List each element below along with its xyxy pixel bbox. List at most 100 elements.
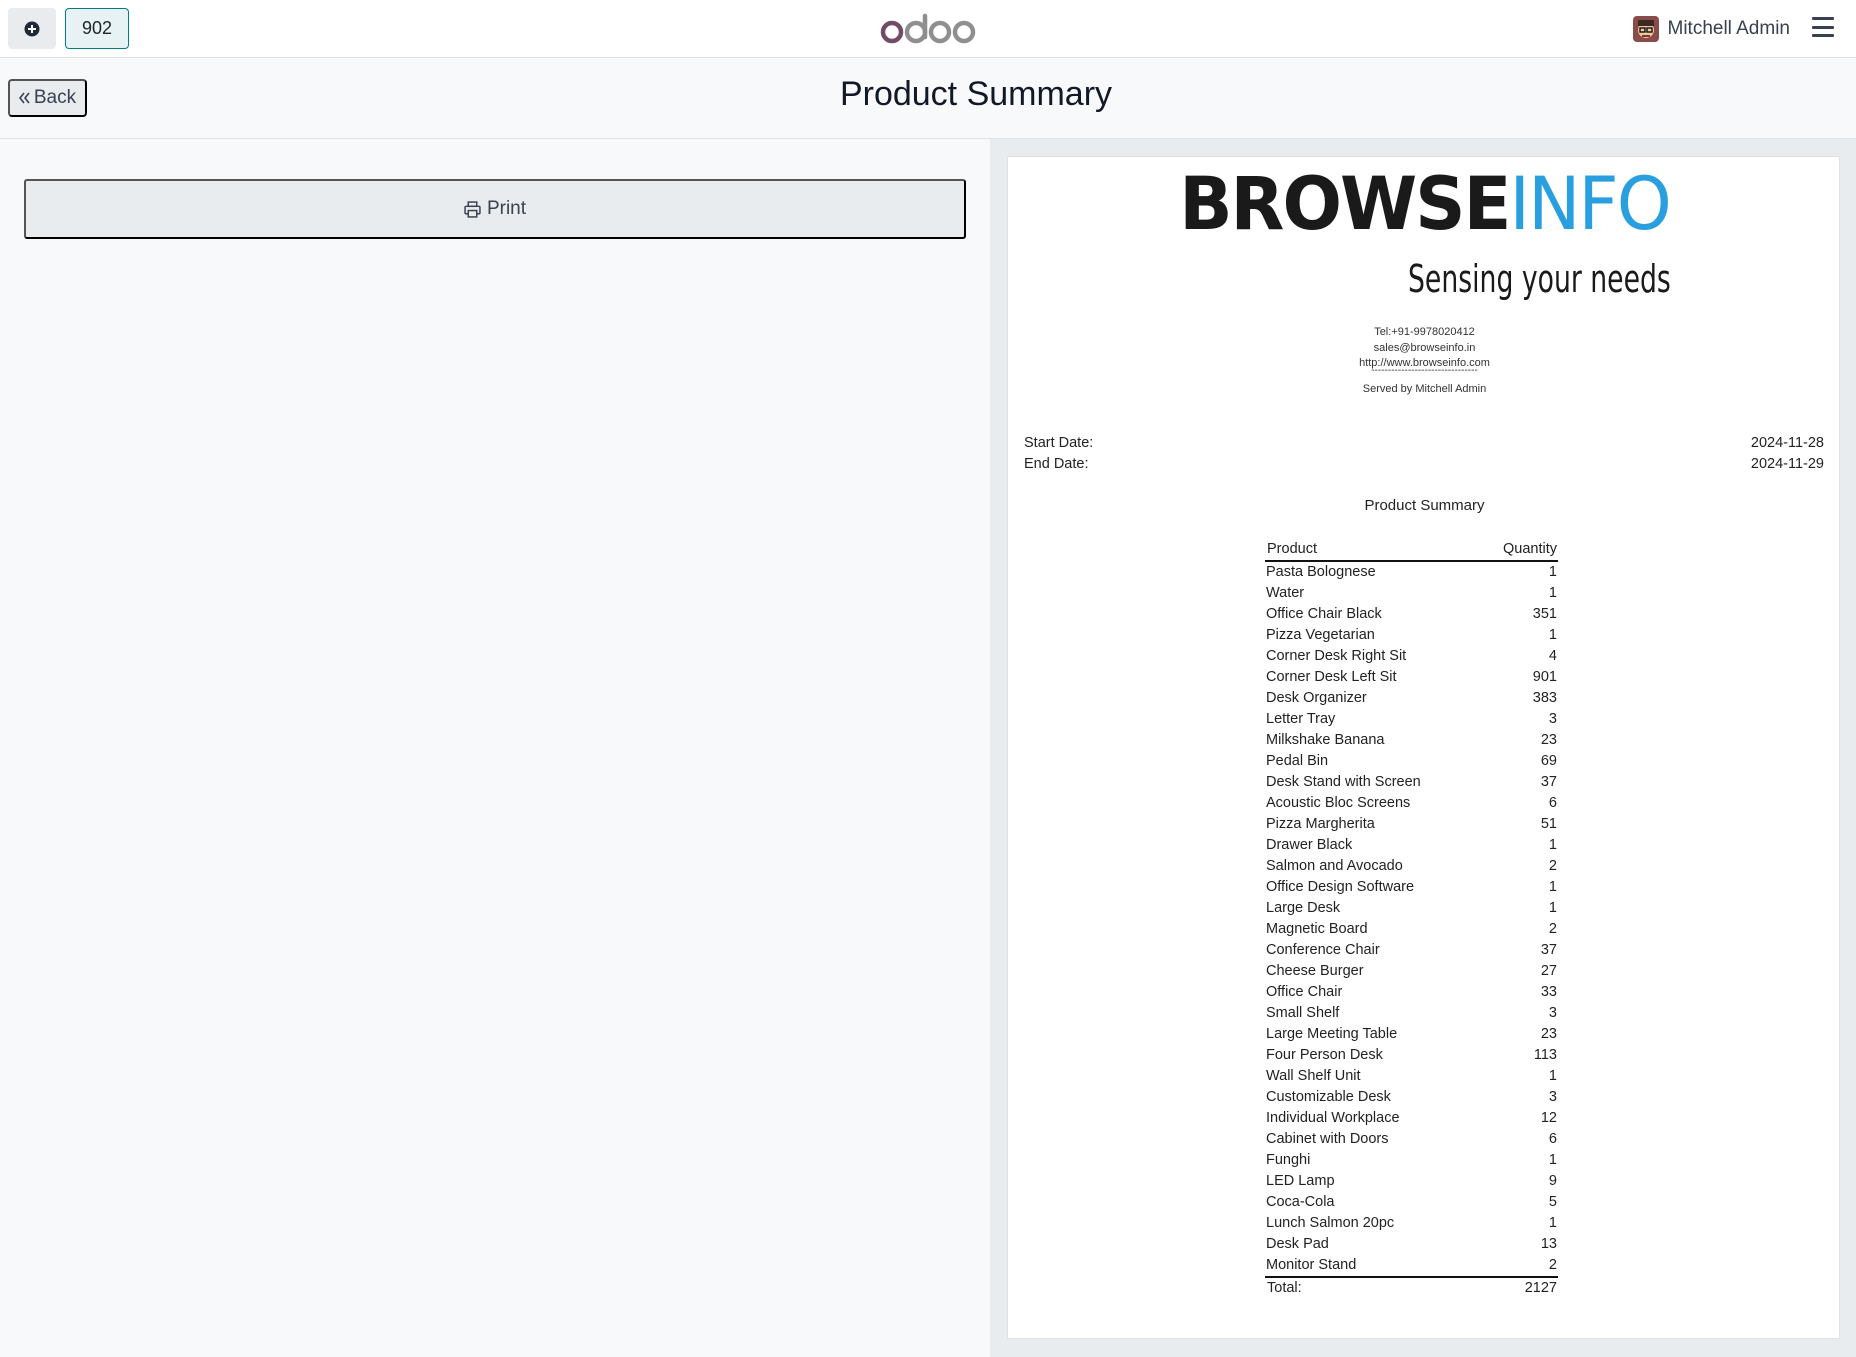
product-quantity: 1 [1548,1215,1557,1231]
product-name: Large Meeting Table [1266,1026,1398,1042]
start-date-label: Start Date: [1024,435,1094,451]
table-row: Water 1 [1265,583,1558,604]
product-name: Individual Workplace [1266,1110,1400,1126]
contact-email: sales@browseinfo.in [1373,341,1476,354]
product-quantity: 13 [1540,1236,1557,1252]
receipt: BROWSEINFO Sensing your needs Tel:+91-99… [1007,156,1840,1339]
table-header: Product Quantity [1265,541,1558,562]
product-name: Milkshake Banana [1266,732,1385,748]
product-name: Salmon and Avocado [1266,858,1403,874]
product-quantity: 351 [1532,606,1557,622]
table-row: Funghi 1 [1265,1150,1558,1171]
table-row: Corner Desk Left Sit 901 [1265,667,1558,688]
product-name: Customizable Desk [1266,1089,1391,1105]
table-row: Magnetic Board 2 [1265,919,1558,940]
table-row: Pedal Bin 69 [1265,751,1558,772]
product-name: Funghi [1266,1152,1311,1168]
odoo-logo [880,13,976,44]
product-quantity: 27 [1540,963,1557,979]
product-name: Office Chair Black [1266,606,1382,622]
served-by: Served by Mitchell Admin [1362,383,1487,395]
table-row: Office Design Software 1 [1265,877,1558,898]
product-name: Conference Chair [1266,942,1380,958]
table-row: Letter Tray 3 [1265,709,1558,730]
product-quantity: 1 [1548,1152,1557,1168]
contact-tel: Tel:+91-9978020412 [1374,326,1475,338]
product-name: Pizza Margherita [1266,816,1375,832]
table-row: Desk Stand with Screen 37 [1265,772,1558,793]
product-quantity: 37 [1540,774,1557,790]
end-date-value: 2024-11-29 [1750,456,1824,472]
menu-icon[interactable] [1812,17,1834,37]
product-name: Coca-Cola [1266,1194,1335,1210]
table-row: LED Lamp 9 [1265,1171,1558,1192]
page-header: Back Product Summary [0,58,1856,139]
table-row: Four Person Desk 113 [1265,1045,1558,1066]
product-name: Cabinet with Doors [1266,1131,1389,1147]
table-row: Acoustic Bloc Screens 6 [1265,793,1558,814]
table-row: Customizable Desk 3 [1265,1087,1558,1108]
table-row: Salmon and Avocado 2 [1265,856,1558,877]
product-quantity: 4 [1548,648,1557,664]
column-quantity: Quantity [1503,541,1557,557]
print-button[interactable]: Print [24,179,966,239]
product-quantity: 2 [1548,921,1557,937]
product-name: Desk Pad [1266,1236,1329,1252]
product-quantity: 1 [1548,1068,1557,1084]
product-name: Wall Shelf Unit [1266,1068,1361,1084]
table-row: Office Chair 33 [1265,982,1558,1003]
product-quantity: 1 [1548,837,1557,853]
receipt-preview-panel: BROWSEINFO Sensing your needs Tel:+91-99… [990,139,1856,1357]
table-row: Drawer Black 1 [1265,835,1558,856]
printer-icon [464,200,481,218]
product-name: Lunch Salmon 20pc [1266,1215,1395,1231]
product-quantity: 1 [1548,879,1557,895]
product-quantity: 2 [1548,858,1557,874]
table-row: Lunch Salmon 20pc 1 [1265,1213,1558,1234]
total-value: 2127 [1524,1280,1557,1296]
table-row: Individual Workplace 12 [1265,1108,1558,1129]
total-label: Total: [1267,1280,1302,1296]
product-quantity: 1 [1548,900,1557,916]
product-quantity: 1 [1548,585,1557,601]
product-quantity: 113 [1533,1047,1557,1063]
product-quantity: 1 [1548,564,1557,580]
product-quantity: 3 [1548,711,1557,727]
table-row: Large Desk 1 [1265,898,1558,919]
table-row: Pizza Margherita 51 [1265,814,1558,835]
product-quantity: 9 [1548,1173,1557,1189]
top-navbar: 902 Mitchell Admin [0,0,1856,58]
new-order-button[interactable] [8,8,56,49]
plus-circle-icon [24,21,40,36]
table-row: Corner Desk Right Sit 4 [1265,646,1558,667]
product-name: Office Design Software [1266,879,1415,895]
table-row: Conference Chair 37 [1265,940,1558,961]
product-quantity: 69 [1540,753,1557,769]
user-menu[interactable]: Mitchell Admin [1632,14,1790,44]
product-name: Small Shelf [1266,1005,1340,1021]
end-date-row: End Date: 2024-11-29 [1024,456,1824,472]
product-quantity: 6 [1548,795,1557,811]
table-row: Small Shelf 3 [1265,1003,1558,1024]
product-name: Large Desk [1266,900,1341,916]
product-name: Four Person Desk [1266,1047,1383,1063]
page-title: Product Summary [839,75,1113,113]
product-name: Water [1266,585,1305,601]
table-row: Milkshake Banana 23 [1265,730,1558,751]
order-number-tab[interactable]: 902 [65,8,129,49]
product-name: Drawer Black [1266,837,1353,853]
product-name: Letter Tray [1266,711,1336,727]
product-name: Desk Stand with Screen [1266,774,1421,790]
product-name: Pedal Bin [1266,753,1329,769]
product-quantity: 5 [1548,1194,1557,1210]
product-quantity: 3 [1548,1005,1557,1021]
product-name: Acoustic Bloc Screens [1266,795,1411,811]
product-quantity: 901 [1532,669,1557,685]
summary-title: Product Summary [1364,497,1485,514]
table-row: Pasta Bolognese 1 [1265,562,1558,583]
product-quantity: 6 [1548,1131,1557,1147]
product-quantity: 37 [1540,942,1557,958]
table-row: Cheese Burger 27 [1265,961,1558,982]
product-quantity: 23 [1540,1026,1557,1042]
print-label: Print [486,198,527,219]
